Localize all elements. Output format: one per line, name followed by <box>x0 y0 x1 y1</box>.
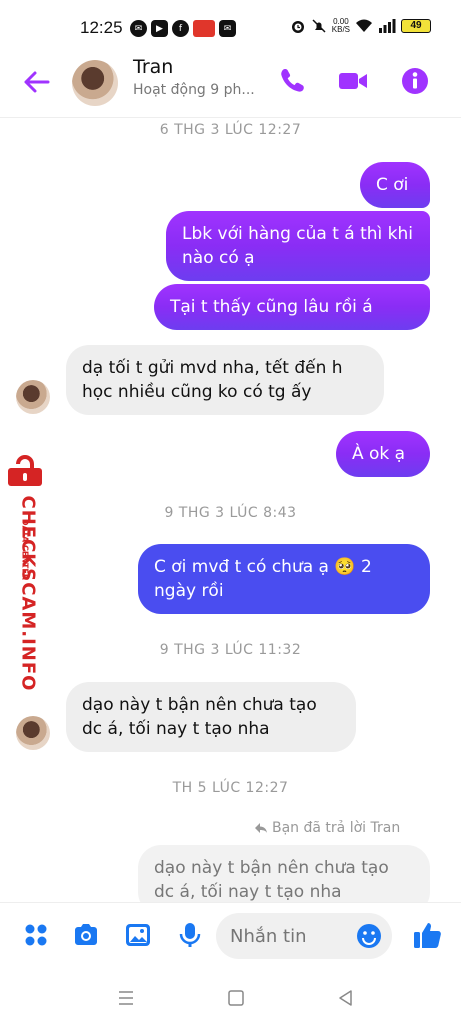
reply-arrow-icon <box>255 823 267 833</box>
message-composer <box>0 902 461 968</box>
lock-icon <box>8 455 42 486</box>
contact-name[interactable]: Tran <box>133 56 173 78</box>
image-icon[interactable] <box>124 921 152 949</box>
home-icon[interactable] <box>226 988 246 1008</box>
youtube-notif-icon: ▶ <box>151 20 168 37</box>
messenger-alt-notif-icon: ✉ <box>219 20 236 37</box>
message-text: dạ tối t gửi mvd nha, tết đến h học nhiề… <box>82 358 343 402</box>
message-text: dạo này t bận nên chưa tạo dc á, tối nay… <box>82 695 317 739</box>
message-text: À ok ạ <box>352 444 406 464</box>
status-notification-icons: ✉ ▶ f ✉ <box>130 20 236 37</box>
status-time: 12:25 <box>80 18 123 37</box>
chat-header: Tran Hoạt động 9 ph... <box>0 56 461 118</box>
message-text: C ơi <box>376 175 409 195</box>
back-arrow-icon[interactable] <box>20 66 52 98</box>
video-camera-icon[interactable] <box>338 66 368 96</box>
outgoing-message[interactable]: Lbk với hàng của t á thì khi nào có ạ <box>166 211 430 281</box>
watermark-main: CHECKSCAM.INFO <box>17 495 39 692</box>
outgoing-message[interactable]: Tại t thấy cũng lâu rồi á <box>154 284 430 330</box>
contact-status: Hoạt động 9 ph... <box>133 82 255 98</box>
outgoing-message[interactable]: À ok ạ <box>336 431 430 477</box>
net-speed-unit: KB/S <box>331 25 350 34</box>
recent-apps-icon[interactable] <box>116 988 136 1008</box>
reply-label: Bạn đã trả lời Tran <box>254 820 400 836</box>
timestamp: 9 THG 3 LÚC 11:32 <box>159 642 302 658</box>
app-notif-icon <box>193 20 215 37</box>
message-text: Tại t thấy cũng lâu rồi á <box>170 297 373 317</box>
status-system-icons: 0.00 KB/S 49 <box>290 18 431 34</box>
info-icon[interactable] <box>400 66 430 96</box>
sender-avatar[interactable] <box>16 716 50 750</box>
microphone-icon[interactable] <box>176 921 204 949</box>
outgoing-message[interactable]: C ơi <box>360 162 430 208</box>
message-text: Lbk với hàng của t á thì khi nào có ạ <box>182 224 414 268</box>
reply-label-text: Bạn đã trả lời Tran <box>272 820 401 836</box>
outgoing-message[interactable]: C ơi mvđ t có chưa ạ 🥺 2 ngày rồi <box>138 544 430 614</box>
battery-indicator: 49 <box>401 19 431 33</box>
camera-icon[interactable] <box>72 921 100 949</box>
net-speed: 0.00 KB/S <box>332 18 350 34</box>
system-nav-bar <box>0 968 461 1024</box>
back-triangle-icon[interactable] <box>336 988 356 1008</box>
messenger-notif-icon: ✉ <box>130 20 147 37</box>
timestamp: TH 5 LÚC 12:27 <box>172 780 289 796</box>
message-text: C ơi mvđ t có chưa ạ 🥺 2 ngày rồi <box>154 557 372 601</box>
message-text: dạo này t bận nên chưa tạo dc á, tối nay… <box>154 858 389 902</box>
mute-icon <box>312 19 326 33</box>
watermark: DATA CENTER CHECKSCAM.INFO <box>0 455 52 692</box>
sender-avatar[interactable] <box>16 380 50 414</box>
signal-icon <box>379 19 396 33</box>
alarm-icon <box>291 21 304 33</box>
menu-dots-icon[interactable] <box>22 921 50 949</box>
emoji-icon[interactable] <box>356 923 382 949</box>
status-bar: 12:25 ✉ ▶ f ✉ 0.00 KB/S 49 <box>0 0 461 56</box>
incoming-message[interactable]: dạo này t bận nên chưa tạo dc á, tối nay… <box>66 682 356 752</box>
wifi-icon <box>356 19 372 32</box>
timestamp: 6 THG 3 LÚC 12:27 <box>159 122 302 138</box>
phone-icon[interactable] <box>278 66 308 96</box>
timestamp: 9 THG 3 LÚC 8:43 <box>164 505 297 521</box>
facebook-notif-icon: f <box>172 20 189 37</box>
contact-avatar[interactable] <box>72 60 118 106</box>
incoming-message[interactable]: dạ tối t gửi mvd nha, tết đến h học nhiề… <box>66 345 384 415</box>
thumbs-up-icon[interactable] <box>412 919 444 951</box>
